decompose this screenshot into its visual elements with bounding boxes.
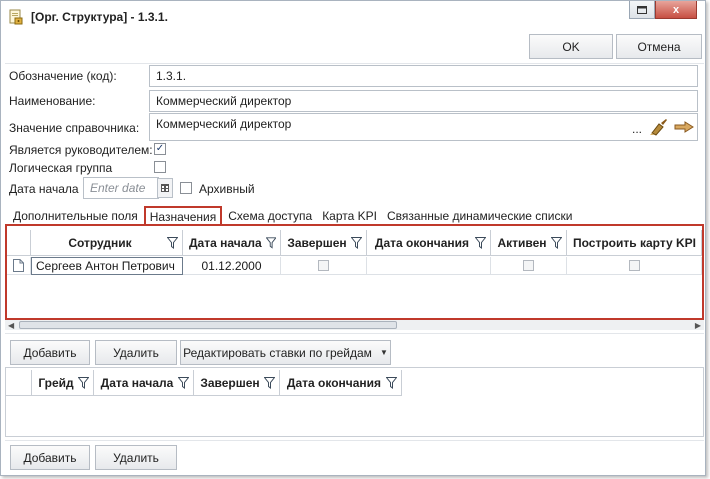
name-label: Наименование:	[9, 94, 96, 108]
grades-header: Грейд Дата начала Завершен Дата окончани…	[6, 370, 402, 396]
is-head-checkbox[interactable]: ✓	[154, 143, 166, 155]
assignments-header: Сотрудник Дата начала Завершен Дата окон…	[7, 230, 702, 256]
filter-icon[interactable]	[386, 377, 397, 389]
column-grade-completed[interactable]: Завершен	[194, 370, 280, 396]
pointing-hand-icon[interactable]	[673, 119, 695, 135]
row-indicator-header	[7, 230, 31, 256]
edit-grade-rates-dropdown[interactable]: Редактировать ставки по грейдам ▼	[180, 340, 391, 365]
restore-icon	[637, 5, 647, 14]
filter-icon[interactable]	[351, 237, 362, 249]
column-active[interactable]: Активен	[491, 230, 567, 256]
name-field[interactable]: Коммерческий директор	[149, 90, 698, 112]
logical-group-checkbox[interactable]	[154, 161, 166, 173]
calendar-button[interactable]	[157, 178, 173, 198]
column-employee[interactable]: Сотрудник	[31, 230, 183, 256]
delete-grade-button[interactable]: Удалить	[95, 445, 177, 470]
column-end-date[interactable]: Дата окончания	[367, 230, 491, 256]
table-row[interactable]: Сергеев Антон Петрович 01.12.2000	[7, 257, 702, 275]
filter-icon[interactable]	[264, 377, 275, 389]
is-head-label: Является руководителем:	[9, 143, 153, 157]
code-value: 1.3.1.	[156, 69, 187, 83]
scroll-right-icon[interactable]: ▶	[695, 321, 701, 330]
filter-icon[interactable]	[178, 377, 189, 389]
bottom-divider	[5, 440, 704, 441]
cell-completed[interactable]	[281, 257, 367, 275]
assignments-hscrollbar[interactable]: ◀ ▶	[5, 320, 704, 330]
tab-strip: Дополнительные поля Назначения Схема дос…	[9, 206, 578, 226]
tab-additional-fields[interactable]: Дополнительные поля	[9, 206, 142, 226]
cell-start-date[interactable]: 01.12.2000	[183, 257, 281, 275]
cell-active[interactable]	[491, 257, 567, 275]
column-grade-end-date[interactable]: Дата окончания	[280, 370, 402, 396]
add-assignment-button[interactable]: Добавить	[10, 340, 90, 365]
checkmark-icon: ✓	[155, 143, 165, 154]
section-divider	[5, 333, 704, 334]
start-date-input[interactable]: Enter date	[83, 177, 159, 199]
document-icon	[13, 259, 24, 272]
column-start-date[interactable]: Дата начала	[183, 230, 281, 256]
restore-button[interactable]	[629, 1, 655, 19]
tab-access-scheme[interactable]: Схема доступа	[224, 206, 316, 226]
document-lock-icon	[9, 9, 23, 25]
filter-icon[interactable]	[265, 237, 276, 249]
code-label: Обозначение (код):	[9, 69, 117, 83]
filter-icon[interactable]	[78, 377, 89, 389]
start-date-placeholder: Enter date	[90, 181, 146, 195]
archive-label: Архивный	[199, 182, 255, 196]
ok-button[interactable]: OK	[529, 34, 613, 59]
row-indicator[interactable]	[7, 257, 31, 275]
calendar-icon	[161, 184, 169, 192]
window-title: [Орг. Структура] - 1.3.1.	[31, 10, 168, 24]
reference-ellipsis: ...	[632, 122, 643, 136]
tab-assignments[interactable]: Назначения	[143, 206, 223, 226]
code-field[interactable]: 1.3.1.	[149, 65, 698, 87]
start-date-label: Дата начала	[9, 182, 79, 196]
toolbar-divider	[5, 63, 704, 64]
org-structure-window: [Орг. Структура] - 1.3.1. x OK Отмена Об…	[0, 0, 706, 476]
column-completed[interactable]: Завершен	[281, 230, 367, 256]
logical-group-label: Логическая группа	[9, 161, 113, 175]
reference-field[interactable]: Коммерческий директор ...	[149, 113, 698, 141]
grades-grid[interactable]: Грейд Дата начала Завершен Дата окончани…	[5, 367, 704, 437]
column-grade-start-date[interactable]: Дата начала	[94, 370, 194, 396]
delete-assignment-button[interactable]: Удалить	[95, 340, 177, 365]
chevron-down-icon: ▼	[379, 348, 388, 357]
cancel-button[interactable]: Отмена	[616, 34, 702, 59]
add-grade-button[interactable]: Добавить	[10, 445, 90, 470]
assignments-grid[interactable]: Сотрудник Дата начала Завершен Дата окон…	[5, 224, 704, 320]
tab-linked-lists[interactable]: Связанные динамические списки	[383, 206, 576, 226]
column-build-kpi[interactable]: Построить карту KPI	[567, 230, 702, 256]
tab-kpi-map[interactable]: Карта KPI	[318, 206, 381, 226]
edit-grade-rates-label: Редактировать ставки по грейдам	[183, 345, 372, 360]
filter-icon[interactable]	[167, 237, 178, 249]
scrollbar-thumb[interactable]	[19, 321, 397, 329]
name-value: Коммерческий директор	[156, 94, 292, 108]
reference-label: Значение справочника:	[9, 121, 140, 135]
filter-icon[interactable]	[551, 237, 562, 249]
kpi-checkbox[interactable]	[628, 260, 640, 271]
archive-checkbox[interactable]	[180, 182, 192, 194]
reference-value: Коммерческий директор	[156, 117, 292, 131]
completed-checkbox[interactable]	[318, 260, 329, 271]
close-button[interactable]: x	[655, 1, 697, 19]
broom-clear-icon[interactable]	[649, 118, 669, 136]
title-bar[interactable]: [Орг. Структура] - 1.3.1. x	[1, 1, 705, 31]
column-grade[interactable]: Грейд	[32, 370, 94, 396]
row-indicator-header	[6, 370, 32, 396]
cell-employee[interactable]: Сергеев Антон Петрович	[31, 257, 183, 275]
cell-end-date[interactable]	[367, 257, 491, 275]
close-icon: x	[672, 3, 680, 16]
active-checkbox[interactable]	[523, 260, 534, 271]
scroll-left-icon[interactable]: ◀	[8, 321, 14, 330]
cell-build-kpi[interactable]	[567, 257, 702, 275]
filter-icon[interactable]	[475, 237, 486, 249]
